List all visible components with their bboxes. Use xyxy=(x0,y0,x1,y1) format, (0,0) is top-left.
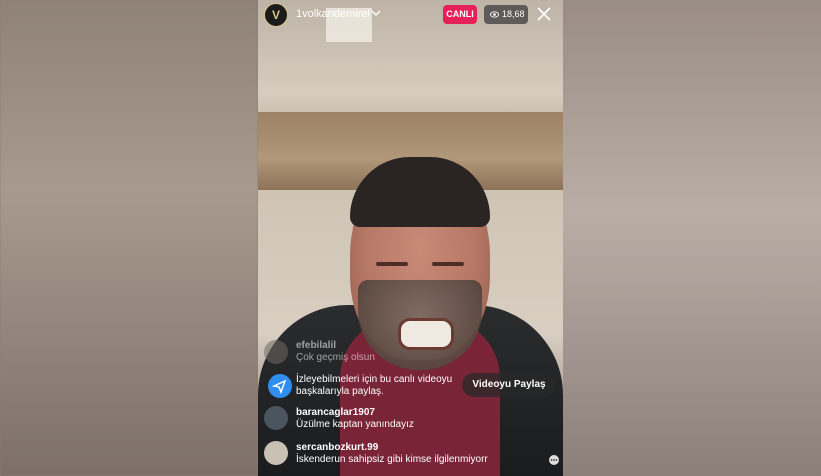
share-video-button[interactable]: Videoyu Paylaş xyxy=(462,373,556,397)
viewer-count-badge: 18,68 xyxy=(484,5,528,24)
avatar[interactable] xyxy=(264,406,288,430)
blurred-background-left xyxy=(0,0,258,476)
paper-plane-icon xyxy=(271,379,287,395)
person-mouth xyxy=(398,318,454,350)
live-video-frame: V 1volkandemirel CANLI 18,68 efebilalil … xyxy=(258,0,563,476)
comment-text: İskenderun sahipsiz gibi kimse ilgilenmi… xyxy=(296,454,488,465)
blurred-background-right xyxy=(563,0,821,476)
comment-username[interactable]: sercanbozkurt.99 xyxy=(296,442,378,453)
live-badge: CANLI xyxy=(443,5,477,24)
eye-icon xyxy=(490,11,499,18)
chevron-down-icon[interactable] xyxy=(370,7,382,19)
person-eyes xyxy=(376,262,464,268)
send-icon xyxy=(268,374,292,398)
comment-text: Üzülme kaptan yanındayız xyxy=(296,419,414,430)
username[interactable]: 1volkandemirel xyxy=(296,8,370,20)
share-prompt-line1: İzleyebilmeleri için bu canlı videoyu xyxy=(296,374,453,385)
logo-icon: V xyxy=(271,8,280,22)
comment-username[interactable]: efebilalil xyxy=(296,340,336,351)
more-options-icon[interactable] xyxy=(548,454,560,466)
comment-text: Çok geçmiş olsun xyxy=(296,352,375,363)
avatar[interactable] xyxy=(264,340,288,364)
avatar[interactable] xyxy=(264,441,288,465)
live-top-bar: V 1volkandemirel CANLI 18,68 xyxy=(258,0,563,30)
share-prompt-line2: başkalarıyla paylaş. xyxy=(296,386,384,397)
comment-username[interactable]: barancaglar1907 xyxy=(296,407,375,418)
close-icon[interactable] xyxy=(536,6,552,22)
viewer-count: 18,68 xyxy=(502,9,525,19)
profile-avatar[interactable]: V xyxy=(264,3,288,27)
